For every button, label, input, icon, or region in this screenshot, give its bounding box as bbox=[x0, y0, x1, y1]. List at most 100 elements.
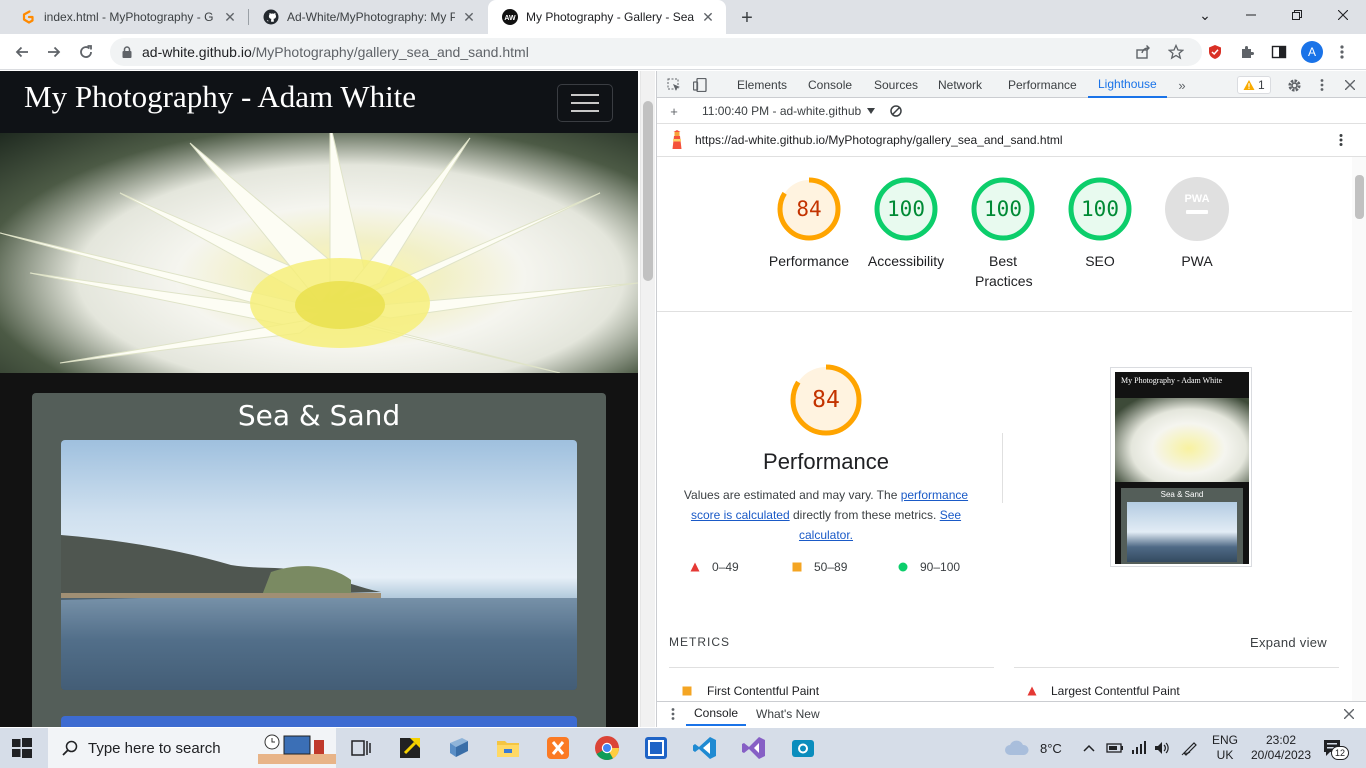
warning-count: 1 bbox=[1258, 78, 1265, 92]
metric-name: Largest Contentful Paint bbox=[1051, 684, 1180, 698]
notification-center[interactable]: 12 bbox=[1323, 728, 1349, 768]
share-icon[interactable] bbox=[1132, 41, 1154, 63]
device-toolbar-icon[interactable] bbox=[691, 76, 709, 94]
minimize-button[interactable] bbox=[1228, 0, 1274, 30]
tab-console[interactable]: Console bbox=[798, 71, 862, 98]
chrome-menu-icon[interactable] bbox=[1331, 41, 1353, 63]
chrome-icon[interactable] bbox=[594, 735, 620, 761]
more-tabs-icon[interactable]: » bbox=[1173, 76, 1191, 94]
clock[interactable]: 23:02 20/04/2023 bbox=[1248, 728, 1314, 768]
lock-icon[interactable] bbox=[120, 45, 134, 59]
close-drawer-icon[interactable] bbox=[1344, 709, 1354, 719]
performance-description: Values are estimated and may vary. The p… bbox=[677, 485, 975, 545]
tab-lighthouse[interactable]: Lighthouse bbox=[1088, 71, 1167, 98]
back-icon[interactable] bbox=[11, 41, 33, 63]
thumbnail-card: Sea & Sand bbox=[1121, 488, 1243, 564]
drawer-tab-console[interactable]: Console bbox=[686, 702, 747, 726]
show-hidden-icons[interactable] bbox=[1083, 728, 1095, 768]
hamburger-menu-button[interactable] bbox=[557, 84, 613, 122]
devtools-menu-icon[interactable] bbox=[1313, 76, 1331, 94]
profile-avatar[interactable]: A bbox=[1301, 41, 1323, 63]
thumbnail-hero bbox=[1115, 398, 1249, 482]
weather-widget[interactable]: 8°C bbox=[1004, 728, 1062, 768]
bookmark-star-icon[interactable] bbox=[1165, 41, 1187, 63]
close-window-button[interactable] bbox=[1320, 0, 1366, 30]
scrollbar-thumb[interactable] bbox=[1355, 175, 1364, 219]
scrollbar-thumb[interactable] bbox=[643, 101, 653, 281]
expand-view-toggle[interactable]: Expand view bbox=[1250, 635, 1327, 650]
extensions-puzzle-icon[interactable] bbox=[1236, 41, 1258, 63]
search-highlight-icon[interactable] bbox=[258, 732, 336, 764]
site-brand[interactable]: My Photography - Adam White bbox=[24, 79, 416, 115]
vscode-icon[interactable] bbox=[692, 735, 718, 761]
score-label: PWA bbox=[1181, 253, 1213, 269]
drawer-tab-whats-new[interactable]: What's New bbox=[756, 707, 820, 721]
side-panel-icon[interactable] bbox=[1268, 41, 1290, 63]
task-view-icon[interactable] bbox=[348, 735, 374, 761]
reload-icon[interactable] bbox=[75, 41, 97, 63]
aw-icon-letters: AW bbox=[504, 15, 516, 22]
metric-name: First Contentful Paint bbox=[707, 684, 820, 698]
tab-index-html[interactable]: index.html - MyPhotography - G ✕ bbox=[6, 0, 248, 34]
gallery-button[interactable] bbox=[61, 716, 577, 727]
clear-reports-icon[interactable] bbox=[887, 102, 905, 120]
battery-icon[interactable] bbox=[1106, 728, 1124, 768]
tab-gallery-sea-sand[interactable]: AW My Photography - Gallery - Sea & ✕ bbox=[488, 0, 726, 34]
browser-toolbar: ad-white.github.io/MyPhotography/gallery… bbox=[0, 34, 1366, 70]
pen-icon[interactable] bbox=[1181, 728, 1199, 768]
address-bar[interactable]: ad-white.github.io/MyPhotography/gallery… bbox=[110, 38, 1202, 66]
extension-shield-icon[interactable] bbox=[1204, 41, 1226, 63]
tab-title: My Photography - Gallery - Sea & bbox=[526, 10, 694, 24]
tab-title: index.html - MyPhotography - G bbox=[44, 10, 214, 24]
report-selector[interactable]: 11:00:40 PM - ad-white.github bbox=[702, 104, 876, 118]
forward-icon[interactable] bbox=[43, 41, 65, 63]
tab-sources[interactable]: Sources bbox=[864, 71, 928, 98]
settings-gear-icon[interactable] bbox=[1285, 76, 1303, 94]
site-navbar: My Photography - Adam White bbox=[0, 71, 638, 133]
lighthouse-report: 84 Performance 100 Accessibility 100 Bes… bbox=[657, 157, 1352, 703]
drawer-menu-icon[interactable] bbox=[671, 707, 675, 721]
tab-search-icon[interactable]: ⌄ bbox=[1182, 0, 1228, 30]
report-menu-icon[interactable] bbox=[1339, 133, 1343, 147]
wsl-app-icon[interactable] bbox=[446, 735, 472, 761]
warning-count-badge[interactable]: 1 bbox=[1237, 76, 1271, 94]
section-divider bbox=[657, 311, 1352, 312]
report-url-bar: https://ad-white.github.io/MyPhotography… bbox=[657, 124, 1366, 157]
volume-icon[interactable] bbox=[1154, 728, 1170, 768]
language-indicator[interactable]: ENG UK bbox=[1212, 728, 1238, 768]
close-tab-icon[interactable]: ✕ bbox=[700, 9, 716, 25]
language-code: ENG bbox=[1212, 733, 1239, 747]
clock-time: 23:02 bbox=[1265, 733, 1297, 747]
file-explorer-icon[interactable] bbox=[495, 735, 521, 761]
tab-elements[interactable]: Elements bbox=[727, 71, 797, 98]
windows-taskbar: Type here to search 8°C ENG UK 23:02 20/… bbox=[0, 728, 1366, 768]
page-scrollbar[interactable] bbox=[640, 71, 655, 727]
tab-network[interactable]: Network bbox=[928, 71, 992, 98]
inspect-element-icon[interactable] bbox=[665, 76, 683, 94]
close-devtools-icon[interactable] bbox=[1341, 76, 1359, 94]
sticky-notes-icon[interactable] bbox=[397, 735, 423, 761]
new-tab-button[interactable]: + bbox=[736, 7, 758, 29]
close-tab-icon[interactable]: ✕ bbox=[461, 9, 477, 25]
tab-performance[interactable]: Performance bbox=[998, 71, 1087, 98]
close-tab-icon[interactable]: ✕ bbox=[222, 9, 238, 25]
terminal-app-icon[interactable] bbox=[643, 735, 669, 761]
clock-date: 20/04/2023 bbox=[1250, 748, 1312, 762]
gauge-pwa[interactable]: PWA PWA bbox=[1137, 177, 1257, 271]
visual-studio-icon[interactable] bbox=[741, 735, 767, 761]
report-scrollbar[interactable] bbox=[1352, 157, 1366, 703]
camera-app-icon[interactable] bbox=[790, 735, 816, 761]
report-url[interactable]: https://ad-white.github.io/MyPhotography… bbox=[695, 133, 1063, 147]
sea-and-cliffs-image[interactable] bbox=[61, 440, 577, 690]
windows-start-icon[interactable] bbox=[12, 738, 32, 758]
metric-first-contentful-paint: First Contentful Paint bbox=[682, 684, 819, 698]
cloud-icon bbox=[1005, 740, 1029, 755]
legend-fail: 0–49 bbox=[690, 560, 739, 574]
restore-button[interactable] bbox=[1274, 0, 1320, 30]
xampp-icon[interactable] bbox=[545, 735, 571, 761]
tab-github[interactable]: Ad-White/MyPhotography: My P ✕ bbox=[249, 0, 487, 34]
new-report-icon[interactable]: + bbox=[665, 102, 683, 120]
page-screenshot-thumbnail[interactable]: My Photography - Adam White Sea & Sand bbox=[1110, 367, 1252, 567]
wifi-icon[interactable] bbox=[1131, 728, 1147, 768]
search-placeholder: Type here to search bbox=[88, 739, 221, 757]
